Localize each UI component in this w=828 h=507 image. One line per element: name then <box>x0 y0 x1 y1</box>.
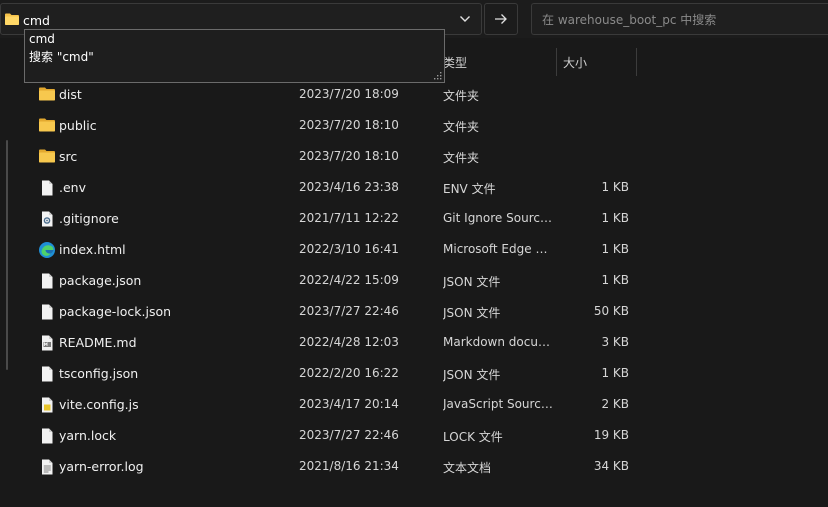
column-header-size[interactable]: 大小 <box>563 54 587 71</box>
file-icon <box>38 303 56 321</box>
file-modified-date: 2022/4/22 15:09 <box>299 273 399 287</box>
file-name: vite.config.js <box>59 397 139 412</box>
address-dropdown-button[interactable] <box>450 5 480 33</box>
address-input[interactable] <box>23 10 443 30</box>
go-button[interactable] <box>484 3 518 35</box>
folder-icon <box>38 148 56 166</box>
suggestion-item[interactable]: 搜索 "cmd" <box>29 48 94 66</box>
gear-file-icon <box>38 210 56 228</box>
chevron-down-icon <box>459 15 471 23</box>
file-type: 文本文档 <box>443 461 492 475</box>
file-row[interactable]: vite.config.js 2023/4/17 20:14 JavaScript … <box>0 389 640 420</box>
file-type: Microsoft Edge HTML Document <box>443 242 553 256</box>
file-name: package-lock.json <box>59 304 172 319</box>
file-type: Git Ignore Source File <box>443 211 553 225</box>
text-file-icon <box>38 458 56 476</box>
file-modified-date: 2021/8/16 21:34 <box>299 459 399 473</box>
file-type: 文件夹 <box>443 89 480 103</box>
search-input[interactable] <box>542 10 812 30</box>
file-size: 34 KB <box>593 459 629 473</box>
file-row[interactable]: .env 2023/4/16 23:38 ENV 文件 1 KB <box>0 172 640 203</box>
column-separator[interactable] <box>556 48 557 76</box>
column-separator[interactable] <box>636 48 637 76</box>
markdown-file-icon <box>38 334 56 352</box>
file-size: 3 KB <box>601 335 629 349</box>
file-type: JSON 文件 <box>443 275 501 289</box>
file-type: JavaScript Source File <box>443 397 553 411</box>
resize-grip-icon[interactable] <box>433 71 442 80</box>
file-modified-date: 2023/7/20 18:09 <box>299 87 399 101</box>
file-row[interactable]: README.md 2022/4/28 12:03 Markdown documen… <box>0 327 640 358</box>
file-type: JSON 文件 <box>443 306 501 320</box>
file-size: 1 KB <box>601 180 629 194</box>
file-row[interactable]: package.json 2022/4/22 15:09 JSON 文件 1 KB <box>0 265 640 296</box>
file-modified-date: 2022/4/28 12:03 <box>299 335 399 349</box>
file-type: 文件夹 <box>443 151 480 165</box>
file-size: 19 KB <box>593 428 629 442</box>
file-size: 50 KB <box>593 304 629 318</box>
file-name: package.json <box>59 273 142 288</box>
file-name: tsconfig.json <box>59 366 139 381</box>
file-type: Markdown document <box>443 335 553 349</box>
file-row[interactable]: index.html 2022/3/10 16:41 Microsoft Edge … <box>0 234 640 265</box>
file-name: .gitignore <box>59 211 119 226</box>
file-modified-date: 2023/7/27 22:46 <box>299 304 399 318</box>
file-row[interactable]: package-lock.json 2023/7/27 22:46 JSON 文件 5… <box>0 296 640 327</box>
file-icon <box>38 427 56 445</box>
file-modified-date: 2023/7/27 22:46 <box>299 428 399 442</box>
file-icon <box>38 272 56 290</box>
file-name: index.html <box>59 242 126 257</box>
file-row[interactable]: yarn.lock 2023/7/27 22:46 LOCK 文件 19 KB <box>0 420 640 451</box>
column-header-type[interactable]: 类型 <box>443 54 467 71</box>
file-size: 1 KB <box>601 211 629 225</box>
file-row[interactable]: yarn-error.log 2021/8/16 21:34 文本文档 34 KB <box>0 451 640 482</box>
file-row[interactable]: .gitignore 2021/7/11 12:22 Git Ignore Sour… <box>0 203 640 234</box>
file-type: 文件夹 <box>443 120 480 134</box>
js-file-icon <box>38 396 56 414</box>
file-name: yarn-error.log <box>59 459 144 474</box>
file-size: 1 KB <box>601 273 629 287</box>
file-modified-date: 2021/7/11 12:22 <box>299 211 399 225</box>
file-modified-date: 2022/3/10 16:41 <box>299 242 399 256</box>
file-type: ENV 文件 <box>443 182 496 196</box>
folder-icon <box>38 86 56 104</box>
file-modified-date: 2022/2/20 16:22 <box>299 366 399 380</box>
file-modified-date: 2023/4/17 20:14 <box>299 397 399 411</box>
file-row[interactable]: public 2023/7/20 18:10 文件夹 <box>0 110 640 141</box>
file-name: dist <box>59 87 82 102</box>
suggestion-item[interactable]: cmd <box>29 30 55 48</box>
address-suggestions: cmd 搜索 "cmd" <box>24 29 445 83</box>
file-size: 1 KB <box>601 242 629 256</box>
file-row[interactable]: tsconfig.json 2022/2/20 16:22 JSON 文件 1 KB <box>0 358 640 389</box>
arrow-right-icon <box>494 13 508 25</box>
folder-icon <box>38 117 56 135</box>
edge-icon <box>38 241 56 259</box>
search-box[interactable] <box>531 3 828 35</box>
file-row[interactable]: dist 2023/7/20 18:09 文件夹 <box>0 79 640 110</box>
file-name: README.md <box>59 335 137 350</box>
file-row[interactable]: src 2023/7/20 18:10 文件夹 <box>0 141 640 172</box>
file-name: .env <box>59 180 86 195</box>
file-type: JSON 文件 <box>443 368 501 382</box>
file-name: src <box>59 149 78 164</box>
folder-icon <box>4 12 20 26</box>
file-icon <box>38 365 56 383</box>
file-modified-date: 2023/4/16 23:38 <box>299 180 399 194</box>
file-icon <box>38 179 56 197</box>
file-type: LOCK 文件 <box>443 430 503 444</box>
file-size: 2 KB <box>601 397 629 411</box>
file-size: 1 KB <box>601 366 629 380</box>
file-name: public <box>59 118 97 133</box>
file-name: yarn.lock <box>59 428 117 443</box>
file-modified-date: 2023/7/20 18:10 <box>299 149 399 163</box>
file-modified-date: 2023/7/20 18:10 <box>299 118 399 132</box>
